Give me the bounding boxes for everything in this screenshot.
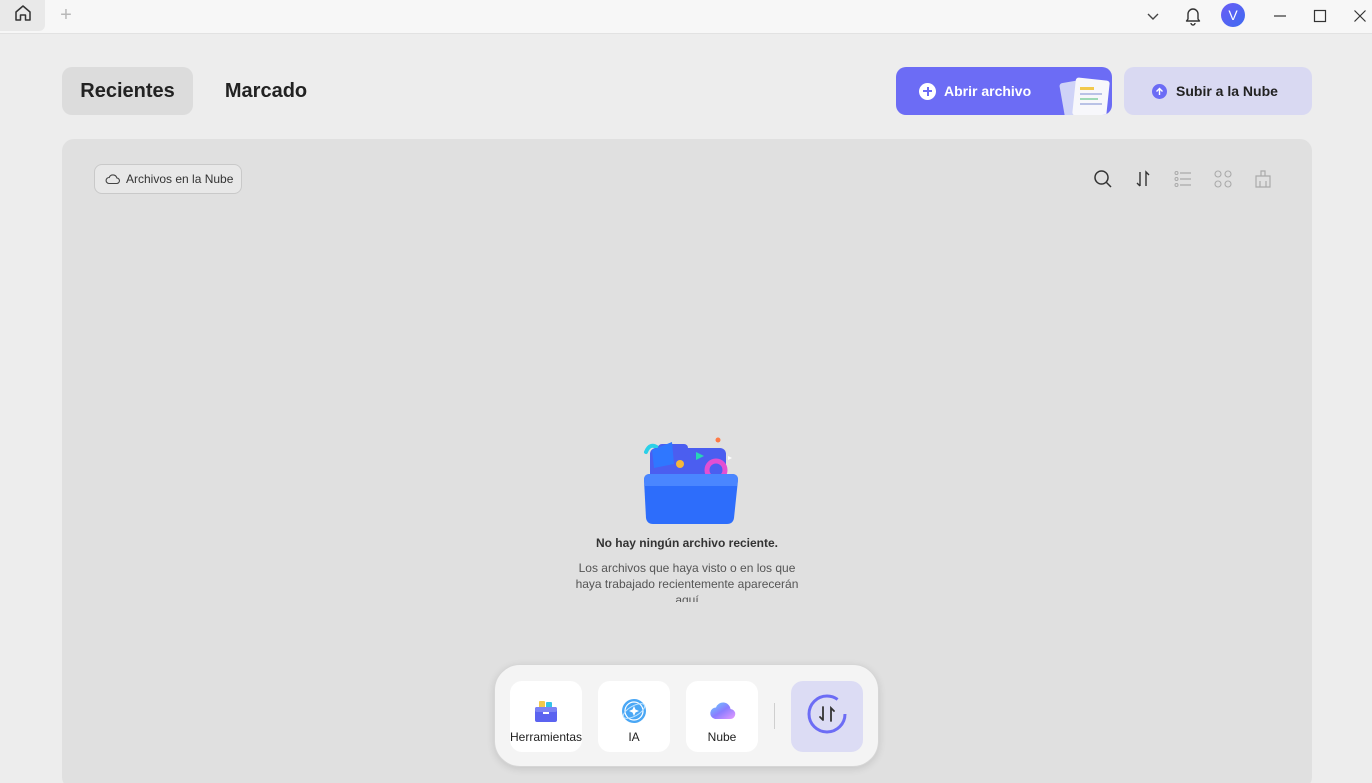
dock-cloud-button[interactable]: Nube: [686, 681, 758, 752]
upload-cloud-button[interactable]: Subir a la Nube: [1124, 67, 1312, 115]
empty-folder-icon: [632, 434, 744, 526]
cloud-icon: [105, 174, 120, 185]
search-icon[interactable]: [1092, 168, 1114, 190]
dock-tools-button[interactable]: Herramientas: [510, 681, 582, 752]
dock-tools-label: Herramientas: [509, 730, 583, 744]
cloud-files-filter[interactable]: Archivos en la Nube: [94, 164, 242, 194]
convert-icon: [806, 693, 848, 740]
empty-state-description: Los archivos que haya visto o en los que…: [575, 561, 799, 602]
empty-state-title: No hay ningún archivo reciente.: [595, 536, 779, 550]
plus-icon: [919, 82, 936, 100]
bell-icon[interactable]: [1182, 5, 1204, 27]
dock-convert-button[interactable]: [791, 681, 863, 752]
dock-divider: [774, 703, 775, 729]
tab-marked[interactable]: Marcado: [205, 67, 327, 115]
cloud-color-icon: [707, 696, 737, 726]
maximize-icon[interactable]: [1309, 5, 1331, 27]
upload-arrow-icon: [1152, 83, 1167, 99]
title-bar: + V: [0, 0, 1372, 34]
avatar[interactable]: V: [1221, 3, 1245, 27]
home-icon: [13, 3, 33, 28]
open-file-label: Abrir archivo: [944, 83, 1032, 99]
new-tab-button[interactable]: +: [56, 5, 76, 25]
upload-cloud-label: Subir a la Nube: [1176, 83, 1278, 99]
documents-illustration-icon: [1056, 75, 1112, 115]
close-icon[interactable]: [1349, 5, 1371, 27]
dock-cloud-label: Nube: [707, 730, 737, 744]
minimize-icon[interactable]: [1269, 5, 1291, 27]
sort-icon[interactable]: [1132, 168, 1154, 190]
bottom-dock: Herramientas IA Nube: [494, 664, 879, 767]
toolbox-icon: [531, 696, 561, 726]
home-tab[interactable]: [0, 0, 45, 31]
cloud-files-label: Archivos en la Nube: [126, 172, 234, 186]
dock-ai-button[interactable]: IA: [598, 681, 670, 752]
tab-recent[interactable]: Recientes: [62, 67, 193, 115]
dock-ai-label: IA: [628, 730, 640, 744]
grid-view-icon[interactable]: [1212, 168, 1234, 190]
list-view-icon[interactable]: [1172, 168, 1194, 190]
clear-icon[interactable]: [1252, 168, 1274, 190]
ai-assistant-icon: [619, 696, 649, 726]
chevron-down-icon[interactable]: [1142, 5, 1164, 27]
open-file-button[interactable]: Abrir archivo: [896, 67, 1112, 115]
